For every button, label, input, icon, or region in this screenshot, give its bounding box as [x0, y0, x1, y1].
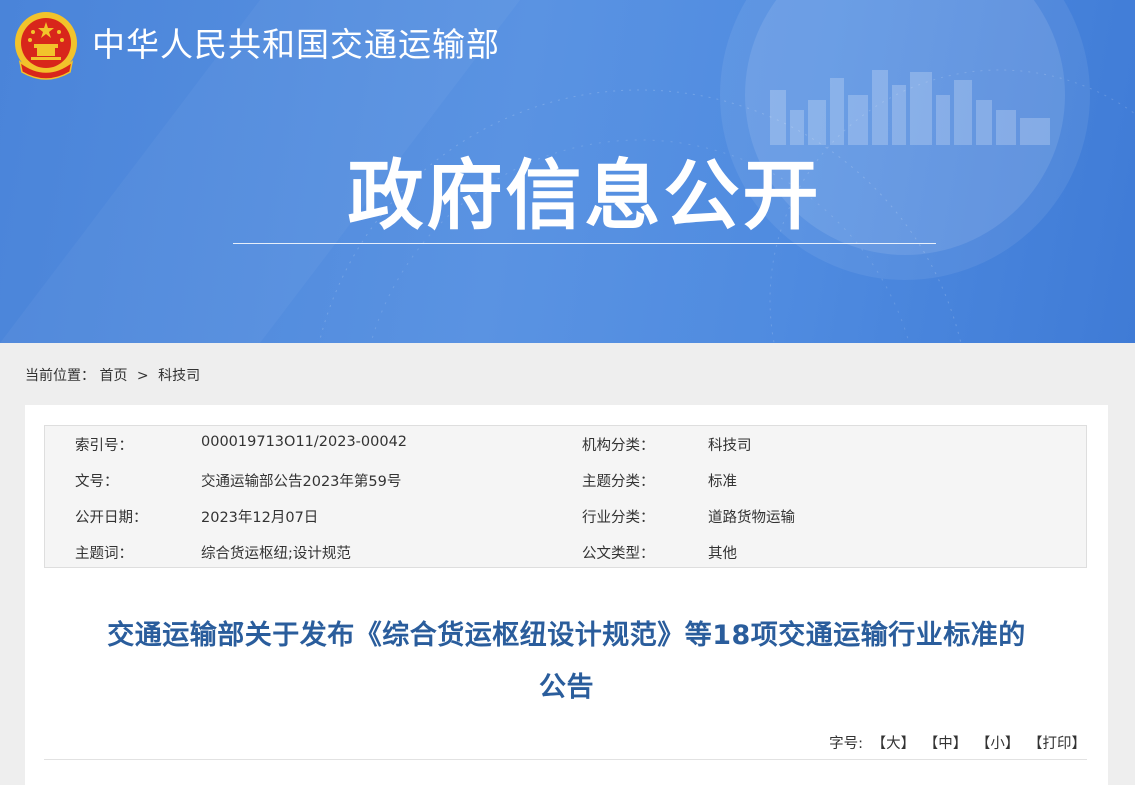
print-button[interactable]: 【打印】 [1028, 736, 1086, 752]
document-title: 交通运输部关于发布《综合货运枢纽设计规范》等18项交通运输行业标准的 公告 [25, 610, 1108, 714]
meta-label: 索引号： [75, 438, 133, 454]
content-card: 索引号： 000019713O11/2023-00042 机构分类： 科技司 文… [25, 405, 1108, 785]
content-divider [44, 759, 1087, 760]
font-medium-button[interactable]: 【中】 [924, 736, 968, 752]
site-title[interactable]: 中华人民共和国交通运输部 [92, 18, 500, 66]
meta-value: 综合货运枢纽;设计规范 [201, 546, 351, 562]
meta-label: 主题分类： [582, 474, 655, 490]
font-small-button[interactable]: 【小】 [976, 736, 1020, 752]
meta-value: 交通运输部公告2023年第59号 [201, 474, 402, 490]
meta-label: 文号： [75, 474, 119, 490]
meta-label: 公开日期： [75, 510, 148, 526]
meta-value: 标准 [708, 474, 737, 490]
breadcrumb-home-link[interactable]: 首页 [99, 368, 127, 384]
meta-row: 文号： 交通运输部公告2023年第59号 主题分类： 标准 [45, 462, 1086, 498]
document-meta-table: 索引号： 000019713O11/2023-00042 机构分类： 科技司 文… [44, 425, 1087, 568]
document-title-line2: 公告 [539, 672, 594, 703]
meta-label: 行业分类： [582, 510, 655, 526]
meta-label: 主题词： [75, 546, 133, 562]
banner-divider [233, 243, 936, 244]
header-banner: 中华人民共和国交通运输部 政府信息公开 [0, 0, 1135, 343]
breadcrumb-current-link[interactable]: 科技司 [158, 368, 200, 384]
meta-value: 000019713O11/2023-00042 [201, 434, 408, 450]
meta-value: 科技司 [708, 438, 752, 454]
font-large-button[interactable]: 【大】 [872, 736, 916, 752]
banner-title: 政府信息公开 [347, 151, 822, 240]
meta-row: 公开日期： 2023年12月07日 行业分类： 道路货物运输 [45, 498, 1086, 534]
breadcrumb-prefix: 当前位置： [25, 368, 95, 384]
font-size-label: 字号: [829, 736, 864, 752]
meta-value: 其他 [708, 546, 737, 562]
document-title-line1: 交通运输部关于发布《综合货运枢纽设计规范》等18项交通运输行业标准的 [107, 620, 1026, 651]
breadcrumb-separator: > [136, 368, 149, 384]
national-emblem-icon [15, 12, 77, 80]
meta-value: 2023年12月07日 [201, 510, 319, 526]
meta-label: 机构分类： [582, 438, 655, 454]
breadcrumb: 当前位置： 首页 > 科技司 [25, 365, 200, 385]
meta-row: 索引号： 000019713O11/2023-00042 机构分类： 科技司 [45, 426, 1086, 462]
meta-row: 主题词： 综合货运枢纽;设计规范 公文类型： 其他 [45, 534, 1086, 570]
font-size-toolbar: 字号: 【大】 【中】 【小】 【打印】 [829, 732, 1086, 753]
meta-label: 公文类型： [582, 546, 655, 562]
meta-value: 道路货物运输 [708, 510, 795, 526]
